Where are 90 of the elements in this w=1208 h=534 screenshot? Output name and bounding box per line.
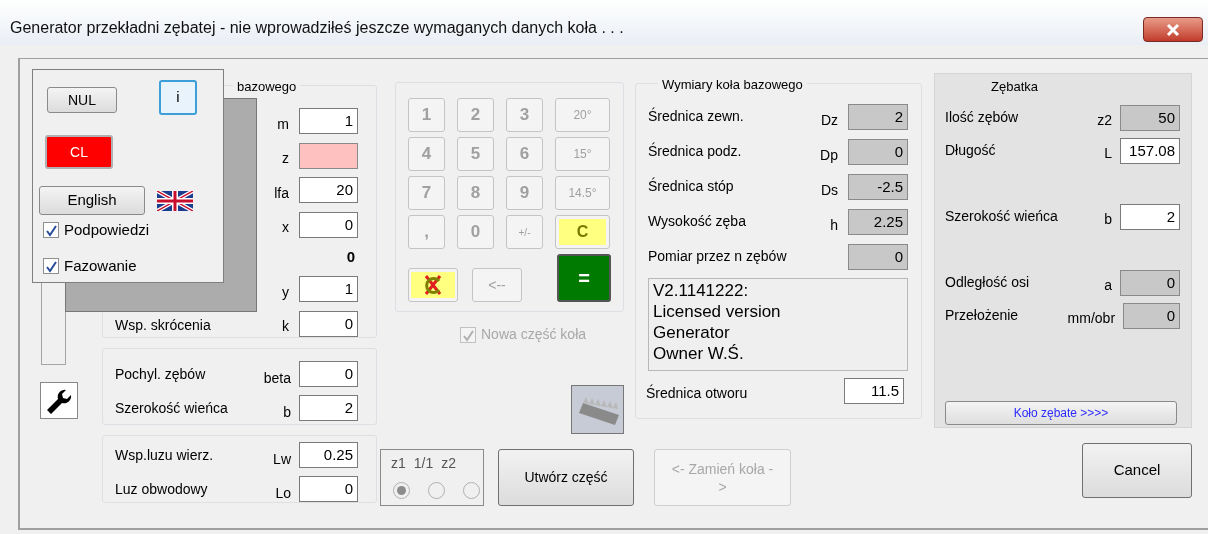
readout-field: 2.25 [848, 209, 908, 235]
symbol-label: z [281, 149, 290, 169]
symbol-label: Dp [819, 146, 839, 165]
window-title: Generator przekładni zębatej - nie wprowadziłeś jeszcze wymaganych danych koła . . . [9, 18, 624, 38]
symbol-label: Lo [274, 483, 292, 503]
cancel-icon [411, 272, 455, 298]
number-field[interactable]: 11.5 [844, 377, 904, 404]
ratio-label: 1/1 [413, 454, 434, 473]
checkbox-label: Nowa część koła [481, 325, 587, 344]
symbol-label: L [1103, 144, 1113, 163]
field-label: Wsp. skrócenia [115, 316, 212, 336]
symbol-label: b [1103, 210, 1113, 229]
symbol-label: mm/obr [1067, 309, 1117, 328]
flag-icon [157, 190, 193, 211]
number-field[interactable]: 0 [299, 476, 358, 502]
number-field[interactable]: 2 [299, 395, 358, 421]
symbol-label: h [829, 216, 839, 235]
group-title: Zębatka [991, 78, 1038, 96]
gear-wheel-button[interactable]: Koło zębate >>>> [945, 401, 1177, 425]
field-label: Wsp.luzu wierz. [115, 445, 215, 465]
field-label: Średnica stóp [648, 176, 735, 196]
radio-button[interactable] [393, 482, 410, 499]
info-line: V2.1141222: [653, 280, 750, 301]
field-label: Odległość osi [945, 273, 1031, 292]
info-line: Owner W.Ś. [653, 343, 745, 364]
radio-button[interactable] [463, 482, 480, 499]
number-field[interactable]: 0 [299, 361, 358, 387]
field-label: Pochyl. zębów [115, 364, 207, 384]
checkbox-label: Podpowiedzi [64, 220, 150, 240]
symbol-label: x [281, 218, 290, 238]
number-field[interactable]: 0.25 [299, 442, 358, 468]
info-line: Licensed version [653, 301, 782, 322]
symbol-label: Ds [819, 181, 839, 200]
readout-field: 50 [1120, 104, 1180, 131]
symbol-label: k [281, 317, 290, 337]
field-label: Pomiar przez n zębów [648, 247, 788, 266]
number-field[interactable]: 20 [299, 177, 358, 204]
symbol-label: beta [262, 368, 292, 388]
number-field[interactable] [299, 142, 358, 169]
rack-button[interactable] [571, 385, 624, 434]
readout-field: -2.5 [848, 174, 908, 200]
symbol-label: y [281, 282, 290, 302]
close-icon [1166, 22, 1180, 37]
language-button[interactable]: English [39, 186, 145, 215]
checkbox[interactable] [43, 257, 59, 274]
field-label: Przełożenie [945, 306, 1020, 325]
cancel-button[interactable]: Cancel [1082, 443, 1192, 498]
field-label: Ilość zębów [945, 108, 1020, 127]
ratio-label: z2 [441, 454, 457, 473]
computed-value: 0 [346, 246, 355, 267]
number-field[interactable]: 1 [299, 108, 358, 135]
check-icon [44, 223, 58, 238]
symbol-label: Lw [272, 449, 292, 469]
readout-field: 0 [848, 139, 908, 165]
readout-field: 0 [1123, 302, 1180, 329]
symbol-label: b [282, 402, 292, 422]
field-label: Długość [945, 141, 997, 160]
clear-all-key[interactable] [408, 268, 458, 302]
close-button[interactable] [1143, 17, 1203, 42]
ratio-label: z1 [391, 454, 406, 473]
clear-button[interactable]: CL [45, 135, 113, 169]
settings-button[interactable] [40, 382, 78, 419]
field-label: Średnica podz. [648, 141, 743, 161]
symbol-label: lfa [273, 183, 290, 203]
number-field[interactable]: 0 [299, 310, 358, 337]
field-label: Średnica otworu [646, 383, 749, 403]
info-button[interactable]: i [159, 80, 197, 115]
info-line: Generator [653, 322, 731, 343]
number-field[interactable]: 0 [299, 211, 358, 238]
field-label: Wysokość zęba [648, 212, 747, 231]
field-label: Szerokość wieńca [945, 207, 1059, 226]
symbol-label: a [1103, 276, 1113, 295]
field-label: Szerokość wieńca [115, 398, 229, 418]
checkbox-label: Fazowanie [64, 255, 137, 276]
number-field[interactable]: 1 [299, 276, 358, 303]
number-field[interactable]: 157.08 [1120, 137, 1180, 164]
nul-button[interactable]: NUL [47, 87, 117, 113]
symbol-label: z2 [1096, 111, 1113, 130]
number-field[interactable]: 2 [1120, 203, 1180, 230]
readout-field: 2 [848, 104, 908, 130]
field-label: Średnica zewn. [648, 106, 745, 126]
radio-button[interactable] [428, 482, 445, 499]
readout-field: 0 [1120, 269, 1180, 296]
field-label: Luz obwodowy [115, 479, 209, 499]
create-part-button[interactable]: Utwórz część [498, 449, 634, 506]
checkbox[interactable] [43, 222, 59, 239]
symbol-label: Dz [819, 111, 839, 130]
equals-key[interactable]: = [557, 254, 611, 302]
symbol-label: m [276, 114, 290, 134]
readout-field: 0 [848, 244, 908, 270]
